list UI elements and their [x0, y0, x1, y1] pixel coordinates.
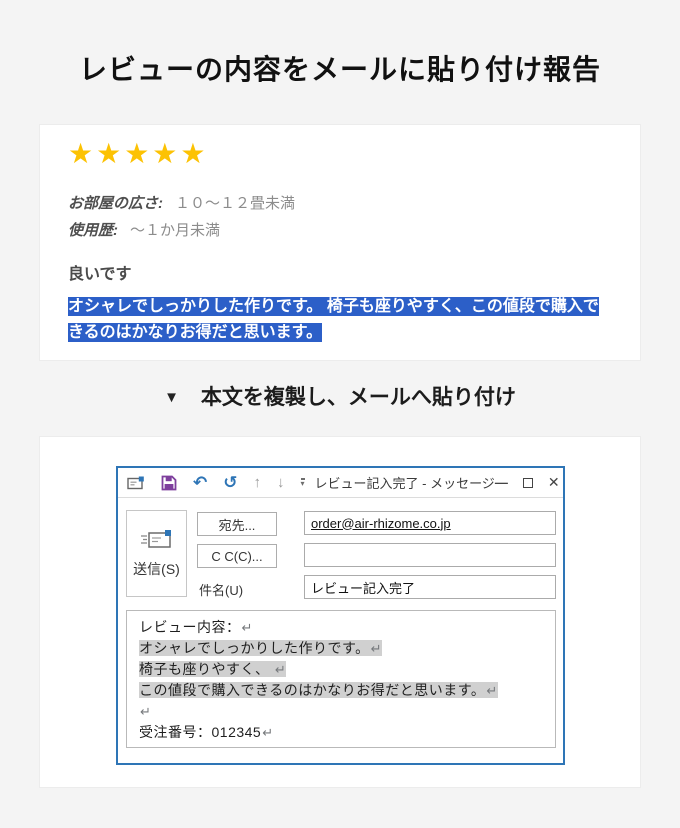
review-body: オシャレでしっかりした作りです。 椅子も座りやすく、この値段で購入できるのはかな…	[68, 294, 612, 346]
page-title: レビューの内容をメールに貼り付け報告	[0, 48, 680, 88]
return-mark-icon: ↵	[261, 725, 273, 740]
review-card: ★★★★★ お部屋の広さ: １０～１２畳未満 使用歴: ～１か月未満 良いです オシ…	[40, 125, 640, 360]
review-attribute-row: お部屋の広さ: １０～１２畳未満	[68, 190, 612, 217]
attribute-label: 使用歴:	[68, 222, 118, 239]
to-button[interactable]: 宛先...	[197, 512, 277, 536]
minimize-button[interactable]: —	[495, 475, 508, 490]
body-line: 受注番号：012345↵	[139, 722, 543, 743]
save-icon[interactable]	[161, 475, 177, 491]
send-button-label: 送信(S)	[133, 559, 180, 579]
body-line: オシャレでしっかりした作りです。↵	[139, 638, 543, 659]
attribute-value: ～１か月未満	[130, 222, 220, 239]
email-card: ↶ ↺ ↑ ↓ ▾ レビュー記入完了 - メッセージ — ✕	[40, 437, 640, 787]
body-line: レビュー内容：↵	[139, 617, 543, 638]
redo-icon[interactable]: ↺	[223, 474, 237, 492]
cc-button[interactable]: C C(C)...	[197, 544, 277, 568]
maximize-button[interactable]	[523, 478, 533, 488]
titlebar: ↶ ↺ ↑ ↓ ▾ レビュー記入完了 - メッセージ — ✕	[118, 468, 563, 498]
return-mark-icon: ↵	[139, 704, 151, 719]
window-title: レビュー記入完了 - メッセージ	[315, 473, 495, 492]
compose-area: 送信(S) 宛先... C C(C)... 件名(U) レビュー内容：↵ オシャ…	[118, 498, 563, 763]
previous-item-icon[interactable]: ↑	[254, 475, 262, 491]
body-line: ↵	[139, 701, 543, 722]
message-icon	[127, 476, 145, 490]
star-rating: ★★★★★	[68, 138, 612, 170]
to-input[interactable]	[304, 511, 556, 535]
arrow-caption: ▼ 本文を複製し、メールへ貼り付け	[0, 383, 680, 413]
cc-input[interactable]	[304, 543, 556, 567]
message-body[interactable]: レビュー内容：↵ オシャレでしっかりした作りです。↵ 椅子も座りやすく、 ↵ こ…	[126, 610, 556, 748]
next-item-icon[interactable]: ↓	[277, 475, 285, 491]
subject-input[interactable]	[304, 575, 556, 599]
body-line: この値段で購入できるのはかなりお得だと思います。↵	[139, 680, 543, 701]
attribute-value: １０～１２畳未満	[175, 195, 295, 212]
review-attribute-row: 使用歴: ～１か月未満	[68, 217, 612, 244]
undo-icon[interactable]: ↶	[193, 474, 207, 492]
return-mark-icon: ↵	[485, 683, 497, 698]
arrow-caption-text: 本文を複製し、メールへ貼り付け	[201, 386, 516, 409]
review-title: 良いです	[68, 265, 612, 285]
body-line: 椅子も座りやすく、 ↵	[139, 659, 543, 680]
window-controls: — ✕	[495, 474, 560, 491]
close-button[interactable]: ✕	[548, 474, 560, 491]
review-attributes: お部屋の広さ: １０～１２畳未満 使用歴: ～１か月未満	[68, 190, 612, 244]
down-triangle-icon: ▼	[164, 389, 179, 406]
page: レビューの内容をメールに貼り付け報告 ★★★★★ お部屋の広さ: １０～１２畳未満…	[0, 0, 680, 828]
return-mark-icon: ↵	[370, 641, 382, 656]
return-mark-icon: ↵	[241, 620, 253, 635]
selected-review-text[interactable]: オシャレでしっかりした作りです。 椅子も座りやすく、この値段で購入できるのはかな…	[68, 297, 599, 342]
return-mark-icon: ↵	[274, 662, 286, 677]
email-window: ↶ ↺ ↑ ↓ ▾ レビュー記入完了 - メッセージ — ✕	[116, 466, 565, 765]
subject-label: 件名(U)	[199, 580, 243, 599]
send-envelope-icon	[140, 528, 174, 550]
quick-access-dropdown-icon[interactable]: ▾	[301, 478, 305, 487]
attribute-label: お部屋の広さ:	[68, 195, 163, 212]
send-button[interactable]: 送信(S)	[126, 510, 187, 597]
